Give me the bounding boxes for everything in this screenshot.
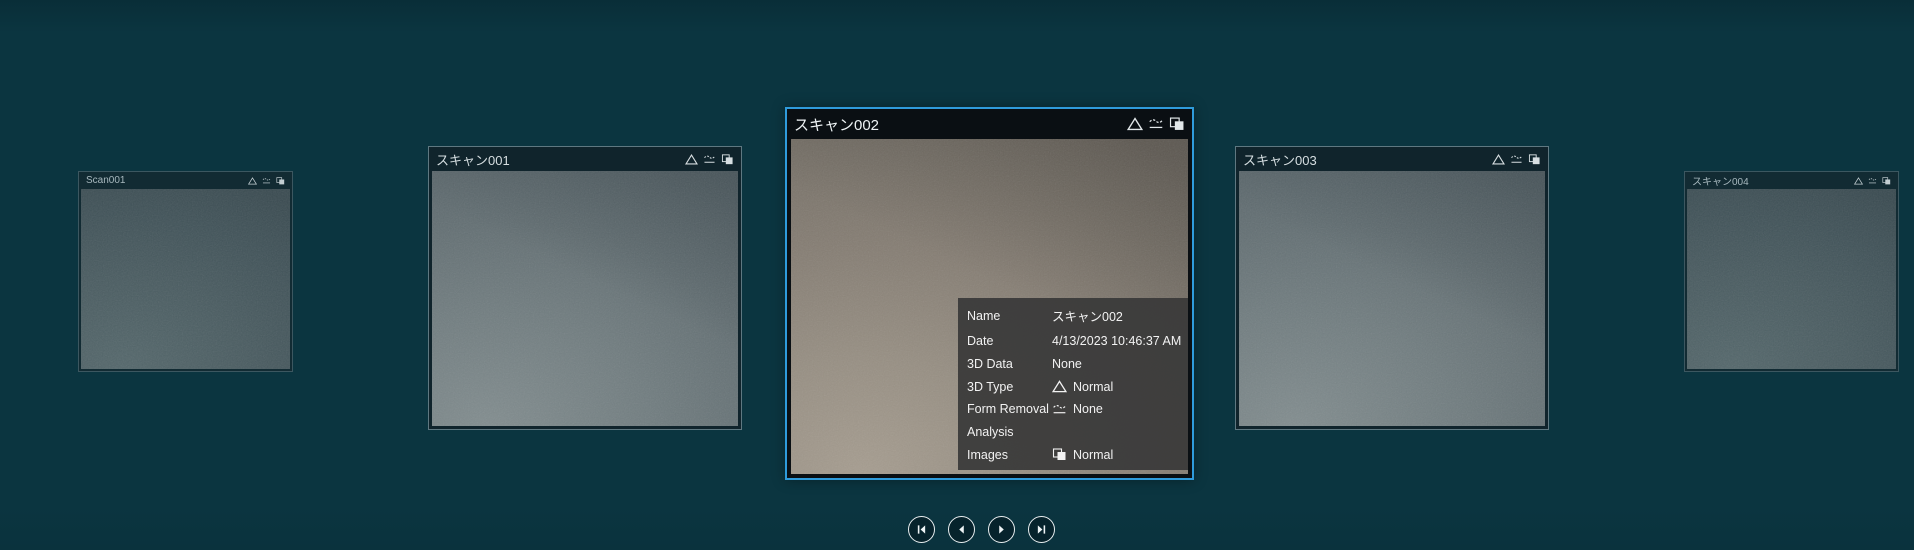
scan-card-titlebar: スキャン003 (1236, 147, 1548, 171)
info-value: None (1052, 402, 1103, 416)
info-label: Form Removal (967, 402, 1049, 417)
next-icon (999, 525, 1004, 534)
skip-to-first-icon (917, 525, 926, 534)
scan-thumbnail: Name スキャン002 Date 4/13/2023 10:46:37 AM … (791, 139, 1188, 474)
info-row-3d-type: 3D Type Normal (958, 375, 1188, 398)
scan-card-title: スキャン002 (794, 116, 880, 134)
images-icon (276, 176, 285, 184)
info-value: 4/13/2023 10:46:37 AM (1052, 334, 1182, 349)
thumbnail-grain (1239, 171, 1545, 426)
images-icon (721, 153, 733, 164)
nav-next-button[interactable] (988, 516, 1015, 543)
triangle-3d-type-icon (1127, 117, 1143, 131)
images-icon (1528, 153, 1540, 164)
info-label: 3D Type (967, 379, 1014, 394)
scan-card-title: スキャン004 (1692, 177, 1749, 188)
info-label: Name (967, 308, 1001, 323)
scan-card-badges (1127, 117, 1185, 131)
scan-card-title: スキャン001 (436, 152, 510, 168)
form-removal-icon (1149, 119, 1163, 129)
triangle-3d-type-icon (1052, 380, 1067, 393)
scan-card-titlebar: スキャン001 (429, 147, 741, 171)
thumbnail-grain (432, 171, 738, 426)
form-removal-icon (704, 155, 715, 163)
info-label: Analysis (967, 424, 1014, 439)
triangle-3d-type-icon (248, 176, 257, 184)
scan-card-005-far-right[interactable]: スキャン004 (1684, 171, 1899, 372)
triangle-3d-type-icon (1854, 176, 1863, 184)
triangle-3d-type-icon (1492, 153, 1505, 164)
scan-browser: Scan001 スキャン001 スキャン002 Name スキャン002 Dat… (0, 0, 1914, 550)
scan-card-003-selected[interactable]: スキャン002 Name スキャン002 Date 4/13/2023 10:4… (785, 107, 1194, 480)
scan-thumbnail (81, 189, 290, 369)
triangle-3d-type-icon (685, 153, 698, 164)
info-value: Normal (1052, 448, 1113, 462)
info-label: Date (967, 334, 994, 349)
info-row-analysis: Analysis (958, 421, 1188, 444)
thumbnail-grain (81, 189, 290, 369)
info-row-date: Date 4/13/2023 10:46:37 AM (958, 330, 1188, 353)
scan-thumbnail (1687, 189, 1896, 369)
info-row-form-removal: Form Removal None (958, 398, 1188, 421)
form-removal-icon (1053, 404, 1066, 414)
info-value: Normal (1052, 380, 1113, 394)
images-icon (1052, 448, 1066, 461)
scan-card-badges (685, 153, 734, 165)
info-label: Images (967, 447, 1008, 462)
scan-thumbnail (1239, 171, 1545, 426)
scan-card-badges (248, 176, 285, 185)
scan-card-titlebar: Scan001 (79, 172, 292, 189)
carousel-nav (908, 516, 1055, 543)
scan-card-badges (1854, 176, 1891, 185)
info-row-name: Name スキャン002 (958, 302, 1188, 330)
nav-last-button[interactable] (1028, 516, 1055, 543)
scan-thumbnail (432, 171, 738, 426)
previous-icon (959, 525, 964, 534)
form-removal-icon (1511, 155, 1522, 163)
skip-to-last-icon (1037, 525, 1046, 534)
scan-card-004-near-right[interactable]: スキャン003 (1235, 146, 1549, 430)
images-icon (1169, 117, 1184, 130)
scan-card-001-far-left[interactable]: Scan001 (78, 171, 293, 372)
info-value: None (1052, 356, 1082, 371)
info-label: 3D Data (967, 356, 1013, 371)
scan-card-badges (1492, 153, 1541, 165)
form-removal-icon (1868, 177, 1877, 183)
form-removal-icon (262, 177, 271, 183)
scan-card-title: スキャン003 (1243, 152, 1317, 168)
scan-card-titlebar: スキャン002 (787, 109, 1192, 139)
nav-first-button[interactable] (908, 516, 935, 543)
scan-card-002-near-left[interactable]: スキャン001 (428, 146, 742, 430)
scan-info-panel: Name スキャン002 Date 4/13/2023 10:46:37 AM … (958, 298, 1188, 470)
scan-card-title: Scan001 (86, 175, 126, 186)
nav-previous-button[interactable] (948, 516, 975, 543)
info-row-3d-data: 3D Data None (958, 352, 1188, 375)
scan-card-titlebar: スキャン004 (1685, 172, 1898, 189)
info-value: スキャン002 (1052, 310, 1123, 325)
thumbnail-grain (1687, 189, 1896, 369)
info-row-images: Images Normal (958, 443, 1188, 466)
images-icon (1882, 176, 1891, 184)
